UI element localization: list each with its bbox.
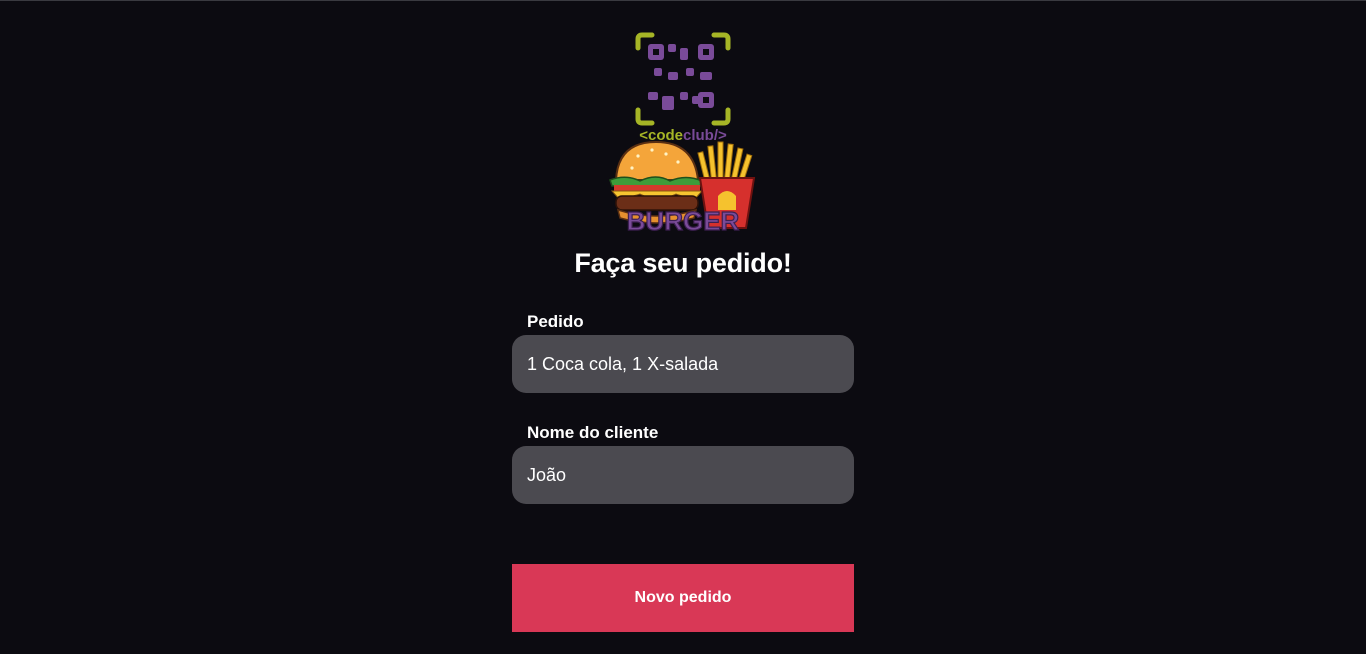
order-input[interactable]: [512, 335, 854, 393]
new-order-button[interactable]: Novo pedido: [512, 564, 854, 632]
customer-name-input[interactable]: [512, 446, 854, 504]
page-title: Faça seu pedido!: [574, 248, 792, 278]
order-label: Pedido: [527, 312, 584, 331]
qr-code-icon: [648, 44, 714, 110]
codeclub-burger-logo: <codeclub/> BURGER: [609, 32, 756, 234]
customer-name-label: Nome do cliente: [527, 423, 659, 442]
window-top-border: [0, 0, 1366, 1]
burger-wordmark: BURGER: [627, 206, 740, 234]
